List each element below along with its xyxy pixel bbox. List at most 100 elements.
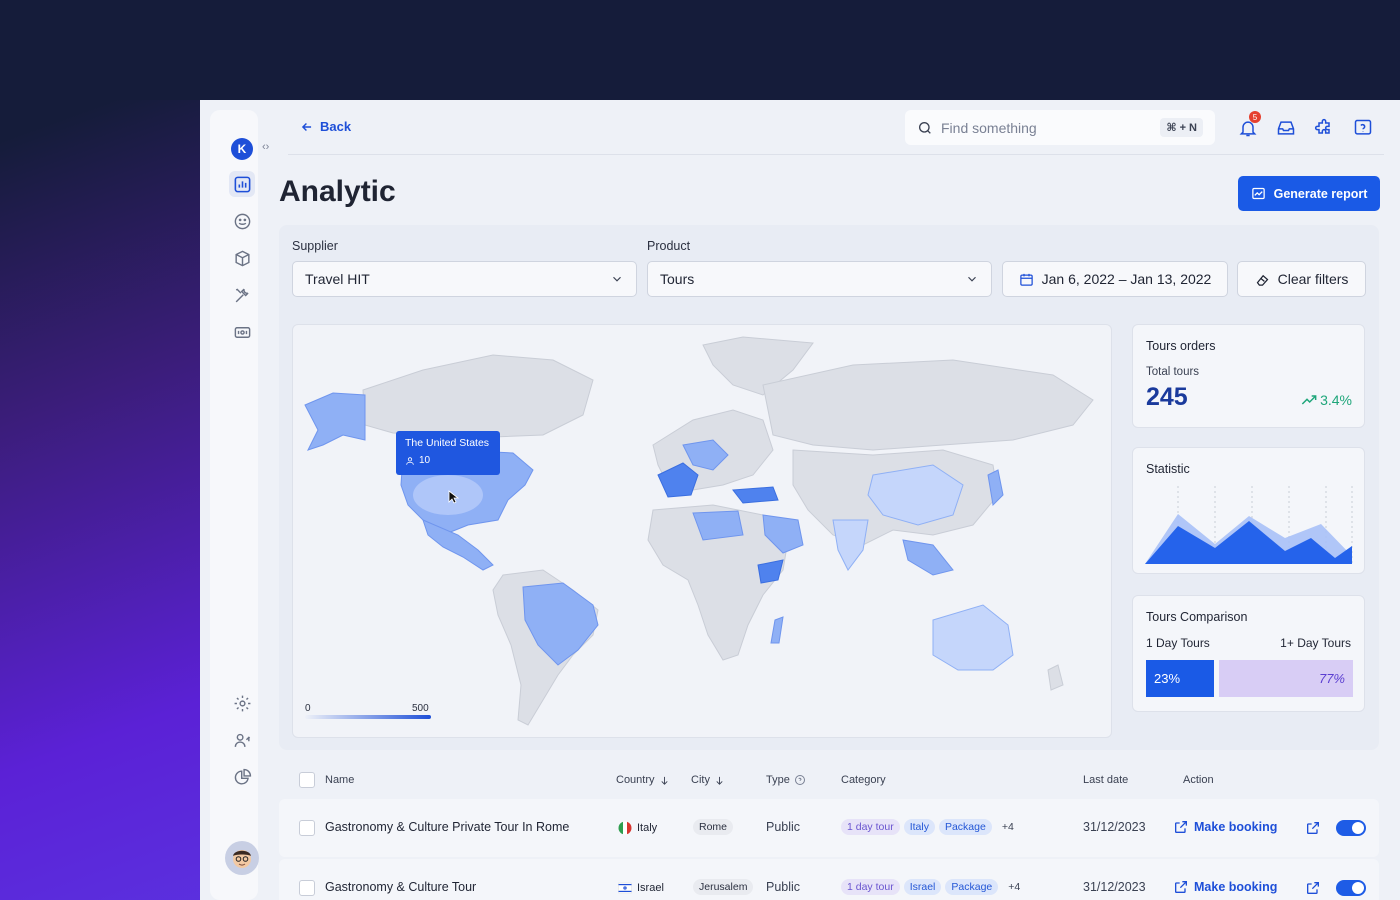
change-indicator: 3.4% (1301, 392, 1352, 408)
table-header: Name Country City Type Category Last dat… (279, 765, 1379, 795)
row-city-chip: Jerusalem (693, 879, 754, 895)
row-checkbox[interactable] (299, 820, 315, 836)
arrow-down-icon (660, 776, 668, 785)
select-all-checkbox[interactable] (299, 772, 315, 788)
help-icon[interactable] (1353, 118, 1373, 138)
multi-day-tours-label: 1+ Day Tours (1280, 636, 1351, 650)
category-more-chip[interactable]: +4 (1002, 879, 1026, 895)
sidebar-users-icon[interactable] (229, 727, 255, 753)
category-more-chip[interactable]: +4 (996, 819, 1020, 835)
eraser-icon (1256, 274, 1268, 286)
date-range-picker[interactable]: Jan 6, 2022 – Jan 13, 2022 (1002, 261, 1228, 297)
arrow-down-icon (716, 776, 723, 785)
map-russia (762, 359, 1094, 451)
cursor-icon (448, 490, 460, 504)
sidebar-analytics-icon[interactable] (229, 171, 255, 197)
row-last-date: 31/12/2023 (1083, 880, 1146, 894)
external-link-icon (1175, 821, 1187, 833)
arrow-left-icon (301, 122, 312, 131)
collapse-sidebar-icon[interactable]: ‹› (262, 141, 269, 153)
make-booking-link[interactable]: Make booking (1173, 819, 1277, 835)
sidebar-box-icon[interactable] (229, 245, 255, 271)
column-city[interactable]: City (691, 774, 725, 786)
sidebar-pie-chart-icon[interactable] (229, 764, 255, 790)
analytics-panel: Supplier Travel HIT Product Tours Jan 6,… (279, 225, 1379, 750)
tours-comparison-title: Tours Comparison (1146, 610, 1248, 624)
tours-comparison-card: Tours Comparison 1 Day Tours 1+ Day Tour… (1132, 595, 1365, 712)
make-booking-link[interactable]: Make booking (1173, 879, 1277, 895)
page-title: Analytic (279, 175, 396, 208)
help-circle-icon (794, 775, 805, 785)
category-chip[interactable]: 1 day tour (841, 879, 900, 895)
row-city: Rome (693, 819, 734, 835)
supplier-value: Travel HIT (305, 271, 370, 287)
row-city: Jerusalem (693, 879, 754, 895)
clear-filters-button[interactable]: Clear filters (1237, 261, 1366, 297)
column-city-label: City (691, 774, 710, 786)
tours-orders-card: Tours orders Total tours 245 3.4% (1132, 324, 1365, 428)
date-range-value: Jan 6, 2022 – Jan 13, 2022 (1041, 271, 1212, 287)
table-row[interactable]: Gastronomy & Culture Tour Israel Jerusal… (279, 859, 1379, 900)
column-action[interactable]: Action (1183, 774, 1214, 786)
total-tours-value: 245 (1146, 383, 1188, 411)
row-checkbox[interactable] (299, 880, 315, 896)
inbox-icon[interactable] (1276, 118, 1296, 138)
report-icon (1251, 187, 1265, 200)
trend-up-icon (1301, 395, 1317, 405)
open-external-icon[interactable] (1305, 880, 1321, 896)
world-map-shapes (304, 336, 1094, 726)
category-chip[interactable]: Israel (903, 879, 942, 895)
category-chip[interactable]: Package (938, 819, 992, 835)
people-icon (406, 456, 414, 465)
make-booking-label: Make booking (1194, 820, 1278, 834)
row-toggle[interactable] (1336, 880, 1366, 896)
calendar-icon (1019, 273, 1033, 286)
row-toggle[interactable] (1336, 820, 1366, 836)
sidebar-tools-icon[interactable] (229, 282, 255, 308)
sidebar-settings-icon[interactable] (229, 690, 255, 716)
generate-report-label: Generate report (1273, 186, 1368, 201)
row-name: Gastronomy & Culture Private Tour In Rom… (325, 820, 570, 834)
column-last-date[interactable]: Last date (1083, 774, 1128, 786)
row-categories: 1 day tour Italy Package +4 (841, 819, 1020, 835)
puzzle-icon[interactable] (1314, 118, 1334, 138)
sidebar: K ‹› (210, 110, 269, 900)
notification-badge: 5 (1249, 111, 1261, 123)
category-chip[interactable]: Italy (903, 819, 935, 835)
open-external-icon[interactable] (1305, 820, 1321, 836)
row-type: Public (766, 820, 801, 834)
column-type[interactable]: Type (766, 774, 806, 786)
search-input[interactable]: Find something ⌘ + N (905, 110, 1215, 145)
app-logo[interactable]: K (231, 138, 253, 160)
statistic-card: Statistic (1132, 447, 1365, 574)
user-avatar[interactable] (225, 841, 259, 875)
product-select[interactable]: Tours (647, 261, 992, 297)
map-tooltip: The United States 10 (396, 431, 500, 475)
category-chip[interactable]: Package (945, 879, 999, 895)
statistic-title: Statistic (1146, 462, 1190, 476)
table-row[interactable]: Gastronomy & Culture Private Tour In Rom… (279, 799, 1379, 857)
sidebar-ticket-icon[interactable] (229, 319, 255, 345)
column-type-label: Type (766, 774, 790, 786)
product-label: Product (647, 239, 691, 253)
app-window: K ‹› Back Find something ⌘ + N 5 Analyti… (200, 100, 1400, 900)
top-background (0, 0, 1400, 100)
comparison-bar: 23% 77% (1146, 660, 1353, 697)
comparison-left-segment: 23% (1146, 660, 1214, 697)
row-country-label: Italy (637, 822, 658, 834)
generate-report-button[interactable]: Generate report (1238, 176, 1380, 211)
world-map[interactable]: The United States 10 0 500 (292, 324, 1112, 738)
header-divider (288, 154, 1384, 155)
total-tours-label: Total tours (1146, 366, 1200, 378)
supplier-select[interactable]: Travel HIT (292, 261, 637, 297)
column-category[interactable]: Category (841, 774, 886, 786)
category-chip[interactable]: 1 day tour (841, 819, 900, 835)
row-country-label: Israel (637, 882, 664, 894)
sidebar-smile-icon[interactable] (229, 208, 255, 234)
map-india (832, 519, 869, 571)
back-button[interactable]: Back (300, 119, 351, 134)
column-country[interactable]: Country (616, 774, 670, 786)
map-southeast-asia (902, 539, 954, 576)
tours-orders-title: Tours orders (1146, 339, 1216, 353)
column-name[interactable]: Name (325, 774, 354, 786)
